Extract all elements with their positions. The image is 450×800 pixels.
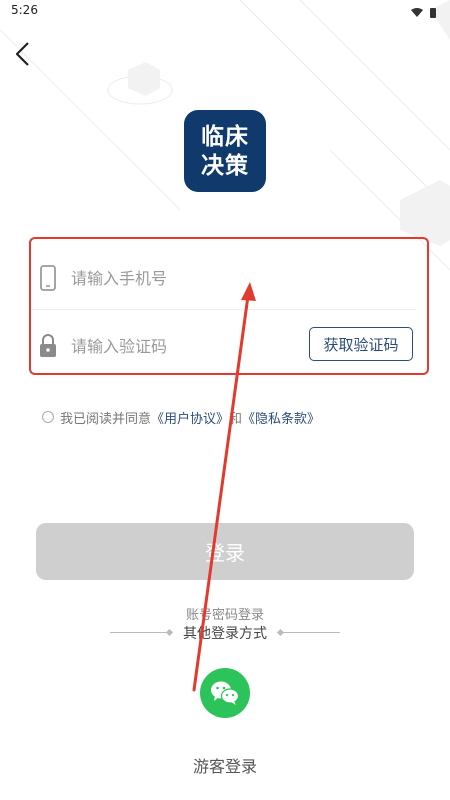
other-login-methods: 其他登录方式 (0, 622, 450, 643)
status-icons (410, 4, 440, 23)
status-bar: 5:26 (0, 0, 450, 24)
code-row: 获取验证码 (31, 313, 427, 377)
wifi-icon (411, 8, 423, 17)
divider-left (109, 632, 170, 633)
phone-input[interactable] (71, 265, 311, 291)
status-time: 5:26 (11, 3, 38, 17)
app-logo: 临床 决策 (184, 110, 266, 192)
back-button[interactable] (8, 38, 40, 70)
other-methods-label: 其他登录方式 (183, 625, 267, 642)
agreement-row: 我已阅读并同意 《用户协议》 和 《隐私条款》 (42, 407, 320, 427)
lock-icon (40, 334, 56, 357)
user-agreement-link[interactable]: 《用户协议》 (151, 408, 229, 427)
verification-code-input[interactable] (71, 333, 311, 359)
phone-row (31, 245, 416, 310)
phone-icon (40, 265, 56, 291)
guest-login-link[interactable]: 游客登录 (0, 753, 450, 777)
login-form: 获取验证码 (29, 237, 429, 375)
chevron-left-icon (15, 42, 29, 66)
agreement-checkbox[interactable] (42, 411, 54, 423)
account-password-login-link[interactable]: 账号密码登录 (0, 604, 450, 623)
get-code-button[interactable]: 获取验证码 (309, 327, 413, 361)
agreement-and: 和 (229, 411, 243, 427)
agreement-prefix: 我已阅读并同意 (60, 411, 152, 427)
divider-right (280, 632, 341, 633)
battery-icon (430, 8, 436, 18)
login-button[interactable]: 登录 (36, 523, 414, 580)
privacy-policy-link[interactable]: 《隐私条款》 (242, 408, 320, 427)
logo-line-1: 临床 (201, 123, 249, 150)
wechat-login-button[interactable] (200, 668, 250, 718)
wechat-icon (211, 681, 240, 705)
logo-line-2: 决策 (201, 152, 249, 179)
